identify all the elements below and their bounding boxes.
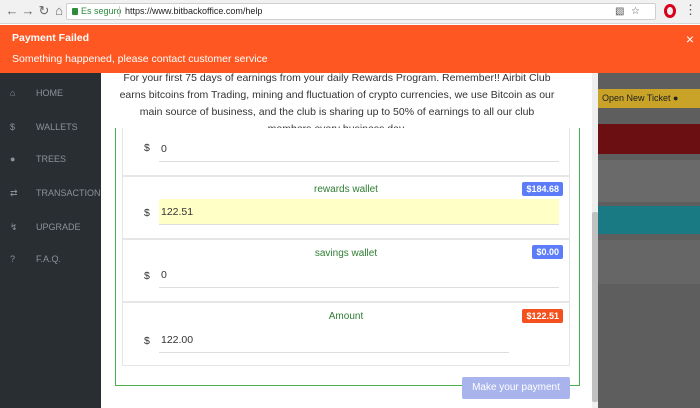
- lock-icon: [72, 8, 78, 15]
- forward-icon[interactable]: →: [20, 3, 36, 19]
- sidebar: ⌂ HOME $ WALLETS ● TREES ⇄ TRANSACTIONS …: [0, 25, 107, 408]
- rewards-wallet-card: rewards wallet $184.68 $ 122.51: [122, 176, 570, 239]
- menu-icon[interactable]: ⋮: [684, 2, 697, 18]
- currency-symbol: $: [144, 142, 150, 154]
- scroll-thumb[interactable]: [592, 212, 598, 402]
- total-badge: $122.51: [522, 309, 563, 323]
- wallet-amount-field[interactable]: 0: [159, 136, 559, 162]
- payment-amount-field[interactable]: 122.00: [159, 327, 509, 353]
- payment-modal: For your first 75 days of earnings from …: [101, 66, 598, 408]
- close-icon[interactable]: ×: [686, 31, 694, 47]
- savings-wallet-card: savings wallet $0.00 $ 0: [122, 239, 570, 302]
- amount-card: Amount $122.51 $ 122.00: [122, 302, 570, 366]
- currency-symbol: $: [144, 270, 150, 282]
- card-title: rewards wallet: [314, 184, 378, 195]
- plus-circle-icon: ●: [673, 93, 679, 103]
- currency-symbol: $: [144, 207, 150, 219]
- opera-icon[interactable]: [664, 4, 676, 18]
- reload-icon[interactable]: ↻: [36, 3, 52, 19]
- flash-icon: ↯: [10, 222, 18, 232]
- exchange-icon: ⇄: [10, 188, 18, 198]
- card-title: Amount: [328, 311, 364, 322]
- open-ticket-button[interactable]: Open New Ticket ●: [598, 89, 700, 108]
- payment-failed-alert: Payment Failed Something happened, pleas…: [0, 25, 700, 73]
- currency-symbol: $: [144, 335, 150, 347]
- home-icon: ⌂: [10, 88, 16, 98]
- dollar-icon: $: [10, 122, 16, 132]
- sidebar-item-transactions[interactable]: ⇄ TRANSACTIONS: [0, 183, 107, 203]
- users-icon: ●: [10, 154, 16, 164]
- star-icon[interactable]: ☆: [631, 4, 640, 19]
- sidebar-item-trees[interactable]: ● TREES: [0, 149, 101, 169]
- back-icon[interactable]: ←: [4, 3, 20, 19]
- make-payment-button[interactable]: Make your payment: [462, 377, 570, 399]
- alert-message: Something happened, please contact custo…: [12, 53, 268, 65]
- home-browser-icon[interactable]: ⌂: [51, 3, 67, 19]
- browser-toolbar: ← → ↻ ⌂ Es seguro https://www.bitbackoff…: [0, 0, 700, 24]
- secure-label: Es seguro: [81, 6, 122, 16]
- sidebar-item-wallets[interactable]: $ WALLETS: [0, 117, 101, 137]
- alert-title: Payment Failed: [12, 32, 90, 44]
- address-bar[interactable]: Es seguro https://www.bitbackoffice.com/…: [66, 3, 656, 20]
- balance-badge: $184.68: [522, 182, 563, 196]
- balance-badge: $0.00: [532, 245, 563, 259]
- rewards-amount-field[interactable]: 122.51: [159, 199, 559, 225]
- translate-icon[interactable]: ▧: [615, 4, 624, 19]
- question-icon: ?: [10, 254, 16, 264]
- card-title: savings wallet: [314, 248, 378, 259]
- sidebar-item-home[interactable]: ⌂ HOME: [0, 83, 101, 103]
- savings-amount-field[interactable]: 0: [159, 262, 559, 288]
- sidebar-item-upgrade[interactable]: ↯ UPGRADE: [0, 217, 101, 237]
- url-text: https://www.bitbackoffice.com/help: [125, 6, 263, 16]
- wallet-card: $ 0: [122, 128, 570, 176]
- sidebar-item-faq[interactable]: ? F.A.Q.: [0, 249, 101, 269]
